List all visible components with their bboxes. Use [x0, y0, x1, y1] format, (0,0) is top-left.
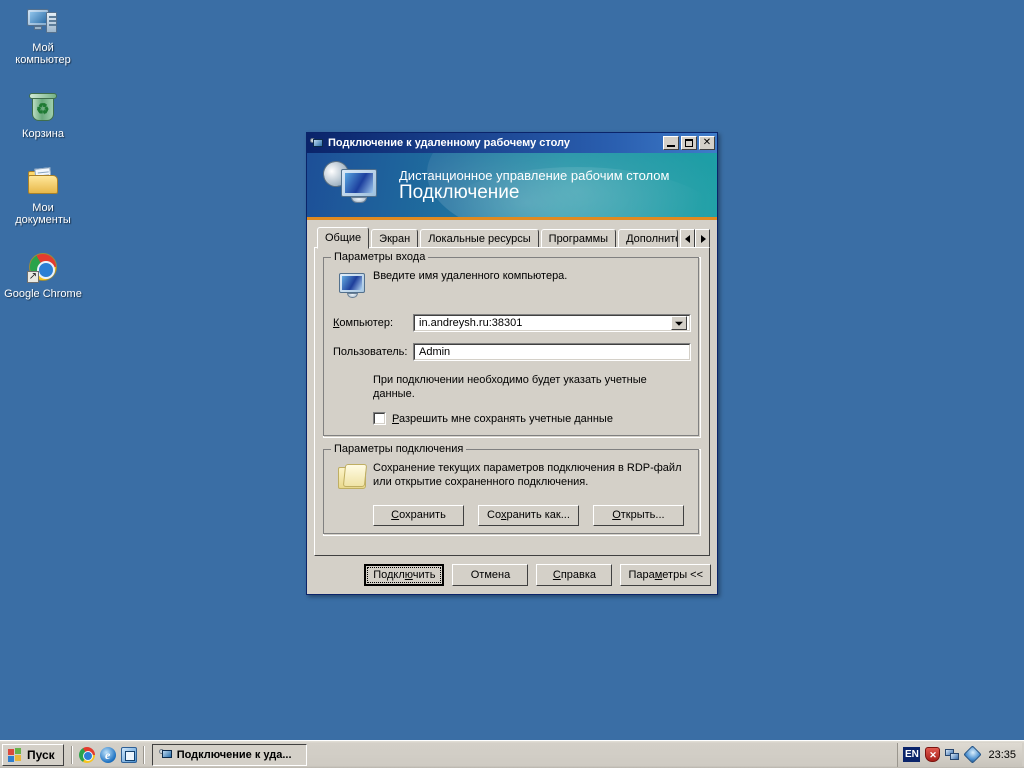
computer-label: Компьютер:: [333, 317, 394, 329]
computer-icon: [25, 4, 61, 40]
save-button[interactable]: Сохранить: [373, 505, 464, 526]
start-button[interactable]: Пуск: [2, 743, 64, 766]
save-as-button[interactable]: Сохранить как...: [478, 505, 579, 526]
task-button-remote-desktop[interactable]: Подключение к уда...: [151, 743, 307, 766]
tasks-separator: [142, 745, 145, 764]
tab-display[interactable]: Экран: [371, 229, 419, 248]
task-button-label: Подключение к уда...: [176, 748, 292, 761]
save-credentials-row[interactable]: Разрешить мне сохранять учетные данные: [373, 412, 691, 425]
tab-programs[interactable]: Программы: [540, 229, 617, 248]
language-indicator[interactable]: EN: [903, 747, 921, 762]
recycle-bin-icon: ♻: [25, 90, 61, 126]
chevron-down-icon[interactable]: [671, 316, 687, 330]
taskbar-clock[interactable]: 23:35: [988, 749, 1016, 761]
internet-explorer-icon[interactable]: e: [99, 746, 116, 763]
tab-advanced[interactable]: Дополнительно: [618, 229, 678, 248]
desktop-icon-recycle-bin[interactable]: ♻ Корзина: [4, 90, 82, 140]
start-button-label: Пуск: [27, 747, 55, 762]
window-controls: ✕: [663, 136, 715, 150]
desktop-icon-google-chrome[interactable]: ↗ Google Chrome: [4, 250, 82, 300]
save-credentials-checkbox[interactable]: [373, 412, 386, 425]
computer-value: in.andreysh.ru:38301: [419, 317, 523, 329]
chrome-icon[interactable]: [78, 746, 95, 763]
tab-local-resources[interactable]: Локальные ресурсы: [420, 229, 539, 248]
window-title: Подключение к удаленному рабочему столу: [328, 137, 571, 149]
network-icon[interactable]: [945, 747, 960, 762]
connection-button-row: Сохранить Сохранить как... Открыть...: [373, 505, 691, 526]
minimize-button[interactable]: [663, 136, 679, 150]
tab-scroll-buttons: [680, 229, 710, 248]
connect-button[interactable]: Подключить: [364, 564, 445, 586]
remote-desktop-connection-window[interactable]: Подключение к удаленному рабочему столу …: [306, 132, 718, 595]
desktop[interactable]: Мой компьютер ♻ Корзина Мои документы ↗ …: [0, 0, 1024, 768]
dialog-footer: Подключить Отмена Справка Параметры <<: [307, 556, 717, 594]
ie-glyph: e: [99, 746, 116, 763]
close-button[interactable]: ✕: [699, 136, 715, 150]
user-label: Пользователь:: [333, 346, 408, 358]
remote-desktop-icon: [158, 748, 173, 761]
tab-strip: Общие Экран Локальные ресурсы Программы …: [314, 226, 710, 249]
user-input[interactable]: Admin: [413, 343, 691, 361]
help-button[interactable]: Справка: [536, 564, 613, 586]
save-credentials-label: Разрешить мне сохранять учетные данные: [392, 412, 613, 425]
taskbar[interactable]: Пуск e Подключение к уда... EN 23:35: [0, 740, 1024, 768]
remote-desktop-icon: [310, 137, 324, 150]
vm-tools-icon[interactable]: [963, 745, 983, 764]
credentials-note: При подключении необходимо будет указать…: [373, 374, 647, 400]
windows-flag-icon: [8, 747, 23, 762]
logon-group-label: Параметры входа: [331, 251, 429, 263]
window-titlebar[interactable]: Подключение к удаленному рабочему столу …: [307, 133, 717, 153]
desktop-icon-label: Корзина: [22, 128, 64, 140]
logon-description: Введите имя удаленного компьютера.: [373, 270, 568, 282]
task-button-list: Подключение к уда...: [151, 743, 898, 766]
connection-settings-group: Параметры подключения Сохранение текущих…: [323, 443, 701, 536]
tab-panel-general: Параметры входа Введите имя удаленного к…: [314, 247, 710, 556]
desktop-icon-my-documents[interactable]: Мои документы: [4, 164, 82, 226]
desktop-icon-my-computer[interactable]: Мой компьютер: [4, 4, 82, 66]
folder-icon: [333, 461, 373, 495]
desktop-icon-label: Мой компьютер: [15, 42, 71, 66]
user-value: Admin: [419, 346, 451, 358]
logon-settings-group: Параметры входа Введите имя удаленного к…: [323, 251, 701, 438]
chrome-icon: ↗: [25, 250, 61, 286]
show-desktop-icon[interactable]: [120, 746, 137, 763]
tab-scroll-right-icon[interactable]: [695, 229, 710, 248]
system-tray: EN 23:35: [897, 742, 1022, 767]
cancel-button[interactable]: Отмена: [452, 564, 529, 586]
connection-description: Сохранение текущих параметров подключени…: [373, 462, 682, 488]
tab-general[interactable]: Общие: [317, 227, 370, 249]
remote-desktop-banner-icon: [320, 158, 385, 211]
shield-icon[interactable]: [925, 747, 941, 762]
window-banner: Дистанционное управление рабочим столом …: [307, 153, 717, 220]
dialog-body: Общие Экран Локальные ресурсы Программы …: [307, 220, 717, 556]
desktop-icon-label: Google Chrome: [4, 288, 82, 300]
connection-group-label: Параметры подключения: [331, 443, 467, 455]
quicklaunch-separator: [70, 745, 73, 764]
tab-scroll-left-icon[interactable]: [680, 229, 695, 248]
documents-folder-icon: [25, 164, 61, 200]
desktop-icon-label: Мои документы: [15, 202, 71, 226]
options-button[interactable]: Параметры <<: [620, 564, 711, 586]
maximize-button[interactable]: [681, 136, 697, 150]
desktop-icon-list: Мой компьютер ♻ Корзина Мои документы ↗ …: [0, 4, 84, 324]
quick-launch-bar: e: [76, 746, 140, 763]
open-button[interactable]: Открыть...: [592, 505, 684, 526]
monitor-icon: [333, 269, 373, 303]
computer-combobox[interactable]: in.andreysh.ru:38301: [413, 314, 691, 332]
